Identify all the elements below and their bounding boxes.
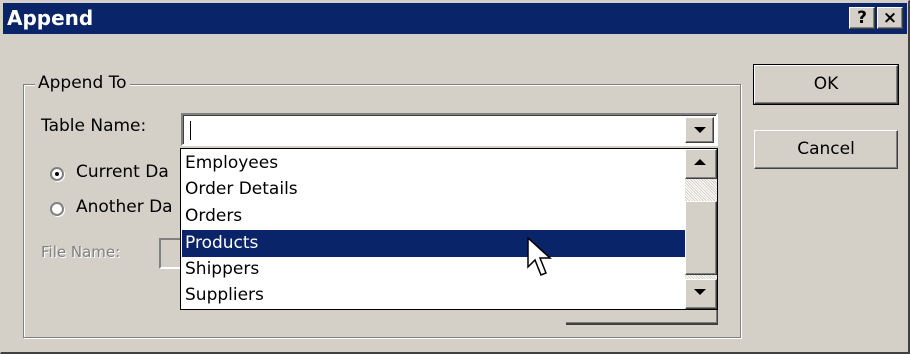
scroll-up-icon <box>694 159 706 165</box>
scroll-up-button[interactable] <box>685 149 717 179</box>
title-bar[interactable]: Append ? × <box>3 3 907 34</box>
ok-button[interactable]: OK <box>754 65 898 104</box>
list-item-suppliers[interactable]: Suppliers <box>182 282 685 309</box>
radio-selected-dot <box>55 172 59 176</box>
scroll-thumb[interactable] <box>685 201 717 275</box>
close-button[interactable]: × <box>877 7 903 29</box>
list-item-employees[interactable]: Employees <box>182 150 685 177</box>
another-database-label: Another Da <box>76 197 173 217</box>
table-name-combo[interactable] <box>181 113 718 146</box>
scroll-down-icon <box>694 289 706 295</box>
table-name-dropdown-button[interactable] <box>685 117 714 143</box>
chevron-down-icon <box>694 127 706 133</box>
append-dialog: Append ? × Append To Table Name: Current… <box>0 0 910 354</box>
list-scrollbar[interactable] <box>685 149 717 309</box>
list-item-orders[interactable]: Orders <box>182 203 685 230</box>
table-name-label: Table Name: <box>41 116 147 136</box>
text-caret <box>190 121 191 140</box>
file-name-label: File Name: <box>41 243 121 261</box>
append-to-legend: Append To <box>35 73 130 93</box>
window-title: Append <box>7 6 94 30</box>
cancel-button[interactable]: Cancel <box>754 130 898 169</box>
current-database-radio[interactable] <box>50 167 64 181</box>
current-database-label: Current Da <box>76 162 169 182</box>
another-database-radio[interactable] <box>50 202 64 216</box>
scroll-down-button[interactable] <box>685 279 717 309</box>
mouse-pointer-icon <box>527 237 552 276</box>
list-item-shippers[interactable]: Shippers <box>182 256 685 283</box>
table-name-dropdown-list[interactable]: Employees Order Details Orders Products … <box>180 148 718 310</box>
help-button[interactable]: ? <box>849 7 875 29</box>
list-item-products[interactable]: Products <box>182 230 685 257</box>
list-item-order-details[interactable]: Order Details <box>182 176 685 203</box>
